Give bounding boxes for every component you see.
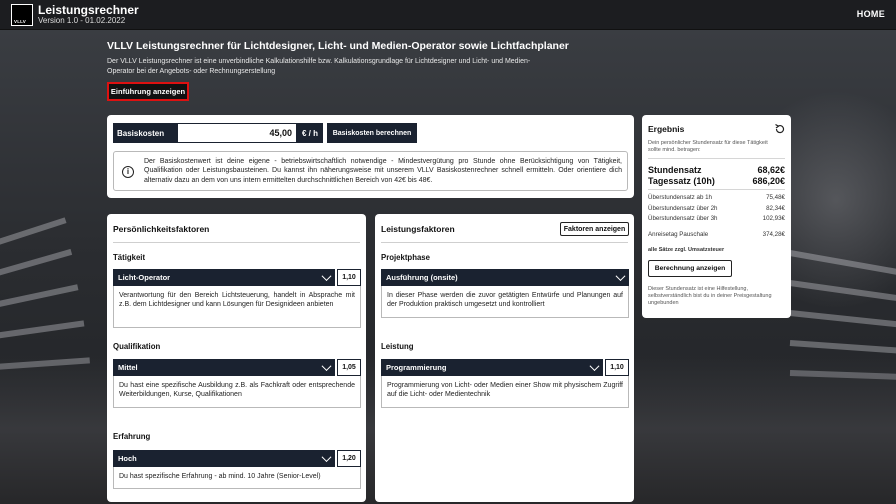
qualification-selected: Mittel xyxy=(118,363,138,372)
service-factors-title: Leistungsfaktoren xyxy=(381,224,455,234)
result-card: Ergebnis Dein persönlicher Stundensatz f… xyxy=(642,115,791,318)
qualification-label: Qualifikation xyxy=(113,342,161,351)
service-factor: 1,10 xyxy=(605,359,629,376)
qualification-factor: 1,05 xyxy=(337,359,361,376)
service-factors-card: Leistungsfaktoren Faktoren anzeigen Proj… xyxy=(375,214,634,502)
result-intro: Dein persönlicher Stundensatz für diese … xyxy=(648,140,768,154)
daily-rate-row: Tagessatz (10h) 686,20€ xyxy=(648,176,785,186)
page-title: VLLV Leistungsrechner für Lichtdesigner,… xyxy=(107,40,569,52)
base-cost-input[interactable]: 45,00 xyxy=(177,123,297,143)
activity-label: Tätigkeit xyxy=(113,253,146,262)
activity-factor: 1,10 xyxy=(337,269,361,286)
background-stripe xyxy=(0,217,67,251)
chevron-down-icon xyxy=(589,361,600,372)
base-cost-label: Basiskosten xyxy=(113,123,177,143)
reset-icon[interactable] xyxy=(774,123,786,135)
service-select[interactable]: Programmierung xyxy=(381,359,603,376)
hourly-rate-label: Stundensatz xyxy=(648,165,702,175)
info-icon: i xyxy=(122,166,134,178)
service-selected: Programmierung xyxy=(386,363,447,372)
overtime-label: Überstundensatz über 3h xyxy=(648,215,718,222)
experience-select-row: Hoch 1,20 xyxy=(113,450,361,467)
overtime-value: 75,48€ xyxy=(766,194,785,201)
activity-select-row: Licht-Operator 1,10 xyxy=(113,269,361,286)
show-introduction-button[interactable]: Einführung anzeigen xyxy=(107,82,189,101)
experience-select[interactable]: Hoch xyxy=(113,450,335,467)
project-phase-description: In dieser Phase werden die zuvor getätig… xyxy=(381,286,629,318)
qualification-select[interactable]: Mittel xyxy=(113,359,335,376)
personal-factors-title: Persönlichkeitsfaktoren xyxy=(113,224,210,234)
calculate-base-cost-button[interactable]: Basiskosten berechnen xyxy=(327,123,417,143)
activity-select[interactable]: Licht-Operator xyxy=(113,269,335,286)
result-title: Ergebnis xyxy=(648,124,685,134)
base-cost-card: Basiskosten 45,00 € / h Basiskosten bere… xyxy=(107,115,634,198)
overtime-label: Überstundensatz über 2h xyxy=(648,204,718,212)
overtime-label: Überstundensatz ab 1h xyxy=(648,194,712,201)
experience-selected: Hoch xyxy=(118,454,137,463)
travel-day-label: Anreisetag Pauschale xyxy=(648,231,709,238)
activity-selected: Licht-Operator xyxy=(118,273,171,282)
hourly-rate-value: 68,62€ xyxy=(757,165,785,175)
base-cost-info-text: Der Basiskostenwert ist deine eigene - b… xyxy=(144,158,622,184)
overtime-value: 102,93€ xyxy=(762,215,785,222)
personal-factors-card: Persönlichkeitsfaktoren Tätigkeit Licht-… xyxy=(107,214,366,502)
background-stripe xyxy=(789,340,896,354)
chevron-down-icon xyxy=(321,271,332,282)
project-phase-selected: Ausführung (onsite) xyxy=(386,273,458,282)
app-version: Version 1.0 - 01.02.2022 xyxy=(38,16,126,25)
chevron-down-icon xyxy=(321,452,332,463)
travel-day-value: 374,28€ xyxy=(762,231,785,238)
overtime-value: 82,34€ xyxy=(766,204,785,212)
tax-note: alle Sätze zzgl. Umsatzsteuer xyxy=(648,247,725,253)
background-stripe xyxy=(0,320,85,341)
qualification-select-row: Mittel 1,05 xyxy=(113,359,361,376)
home-link[interactable]: HOME xyxy=(857,9,885,19)
project-phase-select[interactable]: Ausführung (onsite) xyxy=(381,269,629,286)
chevron-down-icon xyxy=(321,361,332,372)
result-footnote: Dieser Stundensatz ist eine Hilfestellun… xyxy=(648,286,772,306)
result-divider xyxy=(648,189,785,190)
result-divider xyxy=(648,158,785,159)
base-cost-row: Basiskosten 45,00 € / h Basiskosten bere… xyxy=(113,123,417,143)
background-stripe xyxy=(0,284,79,311)
intro-text: Der VLLV Leistungsrechner ist eine unver… xyxy=(107,58,531,75)
activity-description: Verantwortung für den Bereich Lichtsteue… xyxy=(113,286,361,328)
overtime-row: Überstundensatz über 3h 102,93€ xyxy=(648,215,785,222)
project-phase-select-row: Ausführung (onsite) xyxy=(381,269,629,286)
app-title: Leistungsrechner xyxy=(38,3,139,17)
service-description: Programmierung von Licht- oder Medien ei… xyxy=(381,376,629,408)
experience-factor: 1,20 xyxy=(337,450,361,467)
service-label: Leistung xyxy=(381,342,414,351)
card-divider xyxy=(113,242,360,243)
base-cost-info-box: i Der Basiskostenwert ist deine eigene -… xyxy=(113,151,628,191)
background-stripe xyxy=(0,248,73,281)
experience-description: Du hast spezifische Erfahrung - ab mind.… xyxy=(113,467,361,489)
top-bar: VLLV Leistungsrechner Version 1.0 - 01.0… xyxy=(0,0,896,30)
vllv-logo[interactable]: VLLV xyxy=(11,4,33,26)
show-factors-button[interactable]: Faktoren anzeigen xyxy=(560,222,629,236)
hourly-rate-row: Stundensatz 68,62€ xyxy=(648,165,785,175)
base-cost-unit: € / h xyxy=(297,123,323,143)
show-calculation-button[interactable]: Berechnung anzeigen xyxy=(648,260,732,277)
service-select-row: Programmierung 1,10 xyxy=(381,359,629,376)
overtime-row: Überstundensatz ab 1h 75,48€ xyxy=(648,194,785,201)
card-divider xyxy=(381,242,628,243)
background-stripe xyxy=(789,310,896,328)
experience-label: Erfahrung xyxy=(113,432,151,441)
travel-day-row: Anreisetag Pauschale 374,28€ xyxy=(648,231,785,238)
chevron-down-icon xyxy=(615,271,626,282)
qualification-description: Du hast eine spezifische Ausbildung z.B.… xyxy=(113,376,361,408)
daily-rate-value: 686,20€ xyxy=(752,176,785,186)
daily-rate-label: Tagessatz (10h) xyxy=(648,176,715,186)
project-phase-label: Projektphase xyxy=(381,253,430,262)
overtime-row: Überstundensatz über 2h 82,34€ xyxy=(648,205,785,212)
